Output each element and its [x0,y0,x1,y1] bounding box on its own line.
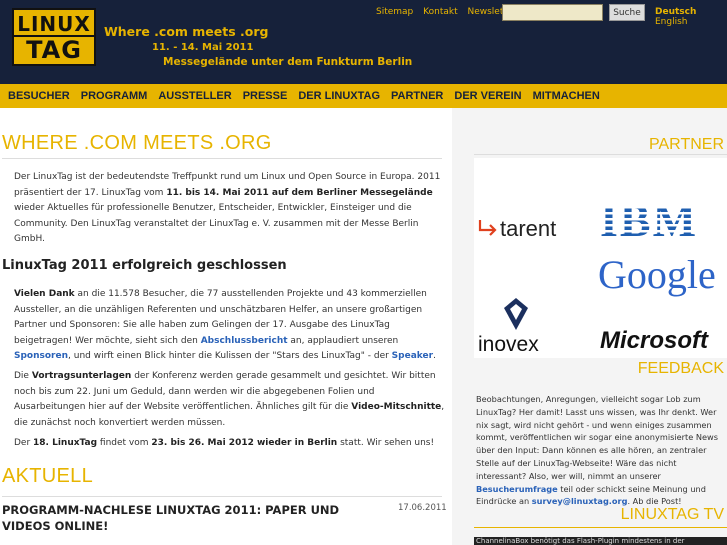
sponsoren-link[interactable]: Sponsoren [14,351,68,361]
divider [474,527,727,528]
partner-heading: PARTNER [649,136,724,153]
linuxtag-tv-heading: LINUXTAG TV [620,506,724,523]
svg-text:Google: Google [598,252,716,297]
news-date: 17.06.2011 [398,503,447,513]
besucherumfrage-link[interactable]: Besucherumfrage [476,484,558,494]
news-title-link[interactable]: PROGRAMM-NACHLESE LINUXTAG 2011: PAPER U… [2,502,362,534]
nav-item-presse[interactable]: PRESSE [243,84,288,108]
nav-item-aussteller[interactable]: AUSSTELLER [158,84,231,108]
divider [2,158,442,159]
main-nav: BESUCHER PROGRAMM AUSSTELLER PRESSE DER … [0,84,727,108]
ibm-logo[interactable]: IBM [598,195,708,246]
abschlussbericht-link[interactable]: Abschlussbericht [201,336,288,346]
svg-text:inovex: inovex [478,333,539,356]
svg-text:tarent: tarent [500,216,556,241]
video-player[interactable]: ChannelinaBox benötigt das Flash-Plugin … [474,537,727,545]
divider [2,496,442,497]
thanks-paragraph: Vielen Dank an die 11.578 Besucher, die … [14,289,436,362]
kontakt-link[interactable]: Kontakt [423,7,457,17]
search-button[interactable]: Suche [609,4,645,21]
section-heading-closed: LinuxTag 2011 erfolgreich geschlossen [2,258,287,273]
nav-item-besucher[interactable]: BESUCHER [8,84,70,108]
aktuell-heading: AKTUELL [2,465,94,487]
slides-paragraph: Die Vortragsunterlagen der Konferenz wer… [14,371,445,428]
main-content: WHERE .COM MEETS .ORG Der LinuxTag ist d… [0,108,452,545]
speaker-link[interactable]: Speaker [392,351,433,361]
svg-text:Microsoft: Microsoft [600,327,709,354]
tagline: Where .com meets .org [104,24,269,39]
microsoft-logo[interactable]: Microsoft [600,327,709,354]
lang-english[interactable]: English [655,17,688,27]
logo-line-1: LINUX [17,12,91,36]
language-switch: Deutsch English [655,7,727,27]
nav-item-der-verein[interactable]: DER VEREIN [454,84,521,108]
intro-paragraph: Der LinuxTag ist der bedeutendste Treffp… [14,172,441,245]
nav-item-der-linuxtag[interactable]: DER LINUXTAG [298,84,380,108]
page: LINUX TAG Where .com meets .org 11. - 14… [0,0,727,545]
partner-logos: tarent IBM Google [474,158,727,358]
site-header: LINUX TAG Where .com meets .org 11. - 14… [0,0,727,84]
nav-item-programm[interactable]: PROGRAMM [81,84,148,108]
tarent-logo[interactable]: tarent [478,216,556,241]
next-event-paragraph: Der 18. LinuxTag findet vom 23. bis 26. … [14,438,435,448]
feedback-heading: FEEDBACK [637,360,724,377]
google-logo[interactable]: Google [598,252,716,297]
linuxtag-logo[interactable]: LINUX TAG [12,8,96,66]
nav-item-mitmachen[interactable]: MITMACHEN [533,84,600,108]
lang-deutsch[interactable]: Deutsch [655,7,696,17]
event-dates: 11. - 14. Mai 2011 [152,42,254,53]
divider [474,154,727,155]
sidebar: PARTNER tarent IBM [452,108,727,545]
feedback-text: Beobachtungen, Anregungen, vielleicht so… [476,394,719,507]
inovex-logo[interactable]: inovex [478,298,539,356]
logo-line-2: TAG [26,36,82,64]
nav-item-partner[interactable]: PARTNER [391,84,443,108]
event-venue: Messegelände unter dem Funkturm Berlin [163,56,413,68]
sitemap-link[interactable]: Sitemap [376,7,413,17]
survey-email-link[interactable]: survey@linuxtag.org [532,496,628,506]
page-title: WHERE .COM MEETS .ORG [2,132,272,154]
search-input[interactable] [502,4,603,21]
partner-logo-grid: tarent IBM Google [478,195,716,356]
